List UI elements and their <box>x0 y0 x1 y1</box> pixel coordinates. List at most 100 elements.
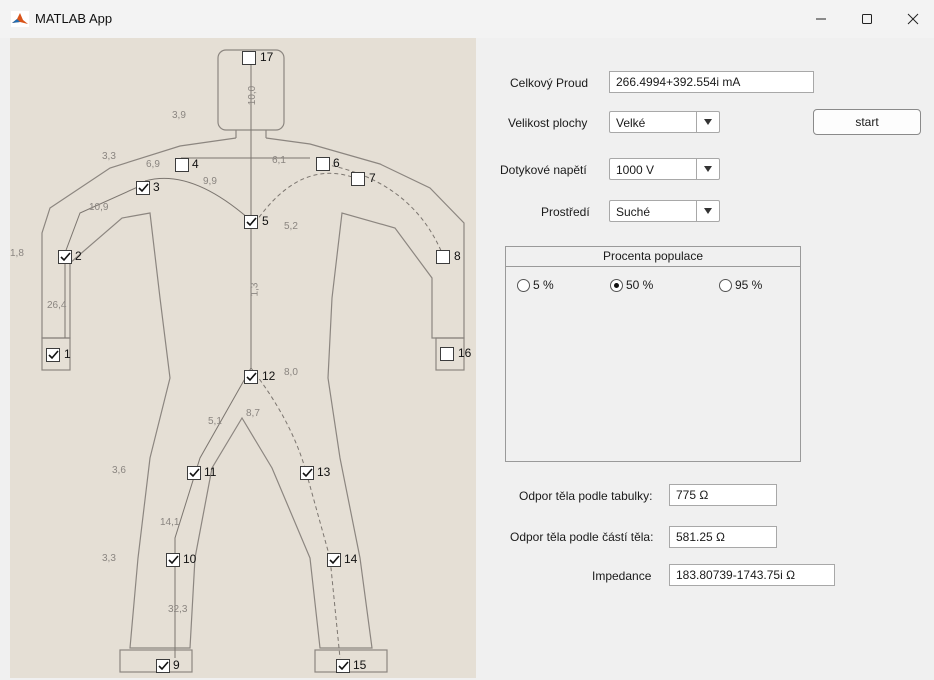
window-title: MATLAB App <box>35 11 113 26</box>
body-point-label: 17 <box>260 50 274 64</box>
maximize-button[interactable] <box>844 0 890 38</box>
measurement-label: 6,9 <box>146 159 160 170</box>
resistance-table-label: Odpor těla podle tabulky: <box>519 489 653 503</box>
body-point-checkbox-5[interactable] <box>244 215 258 229</box>
touch-voltage-dropdown[interactable]: 1000 V <box>609 158 720 180</box>
radio-label: 50 % <box>626 278 654 292</box>
population-panel-title: Procenta populace <box>506 247 800 267</box>
measurement-label: 14,1 <box>160 517 180 528</box>
close-button[interactable] <box>890 0 934 38</box>
body-point-checkbox-1[interactable] <box>46 348 60 362</box>
radio-circle <box>517 278 530 292</box>
measurement-label: 5,1 <box>208 416 222 427</box>
body-point-checkbox-9[interactable] <box>156 659 170 673</box>
body-point-label: 1 <box>64 347 71 361</box>
checkmark-icon <box>246 217 257 227</box>
total-current-field[interactable]: 266.4994+392.554i mA <box>609 71 814 93</box>
resistance-parts-field[interactable]: 581.25 Ω <box>669 526 777 548</box>
measurement-label: 10,0 <box>247 85 259 106</box>
radio-selected-dot <box>614 282 619 288</box>
measurement-label: 32,3 <box>168 604 188 615</box>
checkmark-icon <box>302 468 313 478</box>
measurement-label: 5,2 <box>284 221 298 232</box>
area-size-label: Velikost plochy <box>508 116 588 130</box>
body-point-checkbox-3[interactable] <box>136 181 150 195</box>
checkmark-icon <box>189 468 200 478</box>
area-size-dropdown[interactable]: Velké <box>609 111 720 133</box>
radio-50-percent[interactable]: 50 % <box>610 277 653 293</box>
checkmark-icon <box>246 372 257 382</box>
measurement-label: 8,7 <box>246 408 260 419</box>
body-diagram: 3,9 3,3 6,9 6,1 9,9 10,9 1,8 26,4 10,0 5… <box>10 38 476 678</box>
measurement-label: 1,8 <box>10 248 24 259</box>
measurement-label: 3,9 <box>172 110 186 121</box>
body-point-checkbox-4[interactable] <box>175 158 189 172</box>
radio-label: 95 % <box>735 278 763 292</box>
body-point-label: 5 <box>262 214 269 228</box>
checkmark-icon <box>338 661 349 671</box>
environment-dropdown[interactable]: Suché <box>609 200 720 222</box>
body-point-checkbox-7[interactable] <box>351 172 365 186</box>
checkmark-icon <box>138 183 149 193</box>
body-point-label: 6 <box>333 156 340 170</box>
checkmark-icon <box>158 661 169 671</box>
minimize-icon <box>816 18 826 20</box>
impedance-label: Impedance <box>592 569 652 583</box>
measurement-label: 6,1 <box>272 155 286 166</box>
checkmark-icon <box>60 252 71 262</box>
measurement-label: 10,9 <box>89 202 109 213</box>
impedance-field[interactable]: 183.80739-1743.75i Ω <box>669 564 835 586</box>
close-icon <box>907 13 919 25</box>
measurement-label: 3,3 <box>102 553 116 564</box>
body-outline <box>41 49 465 673</box>
matlab-logo-icon <box>11 11 29 27</box>
body-point-checkbox-16[interactable] <box>440 347 454 361</box>
body-point-checkbox-6[interactable] <box>316 157 330 171</box>
checkmark-icon <box>48 350 59 360</box>
measurement-label: 3,6 <box>112 465 126 476</box>
checkmark-icon <box>168 555 179 565</box>
start-button[interactable]: start <box>813 109 921 135</box>
body-point-label: 12 <box>262 369 276 383</box>
touch-voltage-value: 1000 V <box>616 163 655 177</box>
chevron-down-icon <box>696 201 719 221</box>
chevron-down-icon <box>696 159 719 179</box>
body-point-label: 4 <box>192 157 199 171</box>
measurement-label: 8,0 <box>284 367 298 378</box>
radio-95-percent[interactable]: 95 % <box>719 277 762 293</box>
minimize-button[interactable] <box>798 0 844 38</box>
checkmark-icon <box>329 555 340 565</box>
body-point-label: 13 <box>317 465 331 479</box>
radio-5-percent[interactable]: 5 % <box>517 277 554 293</box>
environment-label: Prostředí <box>541 205 590 219</box>
body-point-label: 11 <box>204 465 217 479</box>
radio-label: 5 % <box>533 278 554 292</box>
body-point-checkbox-15[interactable] <box>336 659 350 673</box>
body-point-label: 9 <box>173 658 180 672</box>
measurement-label: 26,4 <box>47 300 67 311</box>
measurement-label: 1,3 <box>249 282 261 297</box>
body-point-checkbox-8[interactable] <box>436 250 450 264</box>
body-point-label: 10 <box>183 552 197 566</box>
radio-circle <box>610 278 623 292</box>
environment-value: Suché <box>616 205 651 219</box>
body-point-label: 7 <box>369 171 376 185</box>
radio-circle <box>719 278 732 292</box>
body-point-label: 14 <box>344 552 358 566</box>
resistance-table-field[interactable]: 775 Ω <box>669 484 777 506</box>
measurement-label: 3,3 <box>102 151 116 162</box>
body-point-checkbox-10[interactable] <box>166 553 180 567</box>
body-point-checkbox-13[interactable] <box>300 466 314 480</box>
body-point-checkbox-11[interactable] <box>187 466 201 480</box>
touch-voltage-label: Dotykové napětí <box>500 163 587 177</box>
resistance-parts-label: Odpor těla podle částí těla: <box>510 530 654 544</box>
body-point-checkbox-12[interactable] <box>244 370 258 384</box>
body-point-label: 16 <box>458 346 472 360</box>
body-point-label: 2 <box>75 249 82 263</box>
body-point-checkbox-14[interactable] <box>327 553 341 567</box>
title-bar: MATLAB App <box>0 0 934 38</box>
body-point-checkbox-17[interactable] <box>242 51 256 65</box>
body-point-label: 8 <box>454 249 461 263</box>
body-point-checkbox-2[interactable] <box>58 250 72 264</box>
body-point-label: 15 <box>353 658 367 672</box>
